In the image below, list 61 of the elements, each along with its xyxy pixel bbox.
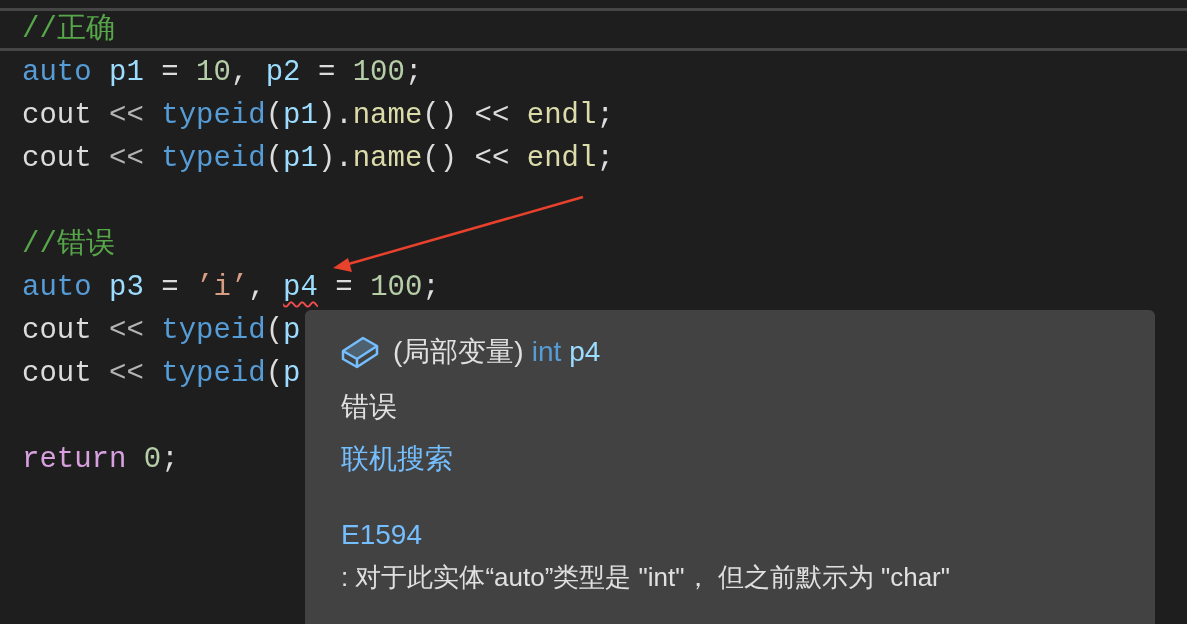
code-token: ( [265,355,284,392]
code-token: endl [526,140,597,177]
code-token: p2 [265,54,301,91]
code-token: name [352,140,423,177]
code-token: 100 [370,269,423,306]
code-token: p [283,355,301,392]
code-token: typeid [161,355,266,392]
code-token: () << [422,97,511,134]
code-token: << [108,97,145,134]
code-token: //错误 [22,226,115,263]
code-token: = [160,54,180,91]
code-token: ; [404,54,423,91]
code-token: p1 [283,97,318,134]
code-token: ). [317,97,353,134]
code-token: = [334,269,354,306]
code-token: name [352,97,423,134]
code-token: 100 [352,54,405,91]
code-token: cout [22,355,92,392]
code-token: << [108,312,145,349]
code-token: << [108,355,145,392]
code-token: endl [526,97,597,134]
code-token: , [230,54,250,91]
code-token: 10 [196,54,231,91]
code-token: cout [22,312,92,349]
error-underlined-code-token: p4 [283,269,318,306]
code-token: ( [265,140,284,177]
code-token: p3 [108,269,144,306]
code-token: auto [22,54,92,91]
code-token: , [248,269,267,306]
code-token: () << [422,140,511,177]
code-token: ; [596,97,614,134]
code-token: p [283,312,301,349]
code-token: cout [22,97,92,134]
description-text: 错误 [341,390,397,424]
error-code-link[interactable]: E1594 [341,514,422,556]
code-token: ’i’ [196,269,249,306]
code-token: p1 [283,140,318,177]
code-token: cout [22,140,92,177]
code-token: //正确 [22,11,115,48]
code-token: ; [422,269,440,306]
type-name: int [531,335,562,369]
code-token: ; [161,441,179,478]
code-token: typeid [161,97,266,134]
symbol-kind-label: (局部变量) [393,335,524,369]
code-token: return [22,441,127,478]
code-token: << [108,140,145,177]
code-token: = [316,54,337,91]
code-token: 0 [142,441,162,478]
code-token: = [160,269,180,306]
code-token: typeid [161,140,266,177]
code-token: p1 [108,54,144,91]
code-token: ( [265,97,284,134]
code-token: auto [22,269,92,306]
cube-icon [341,335,379,369]
variable-name: p4 [569,335,601,369]
error-message: : 对于此实体“auto”类型是 "int"， 但之前默示为 "char" [341,561,950,594]
code-token: typeid [161,312,266,349]
code-token: ( [265,312,284,349]
code-token: ; [596,140,614,177]
code-token: ). [317,140,353,177]
search-online-link[interactable]: 联机搜索 [341,438,453,480]
